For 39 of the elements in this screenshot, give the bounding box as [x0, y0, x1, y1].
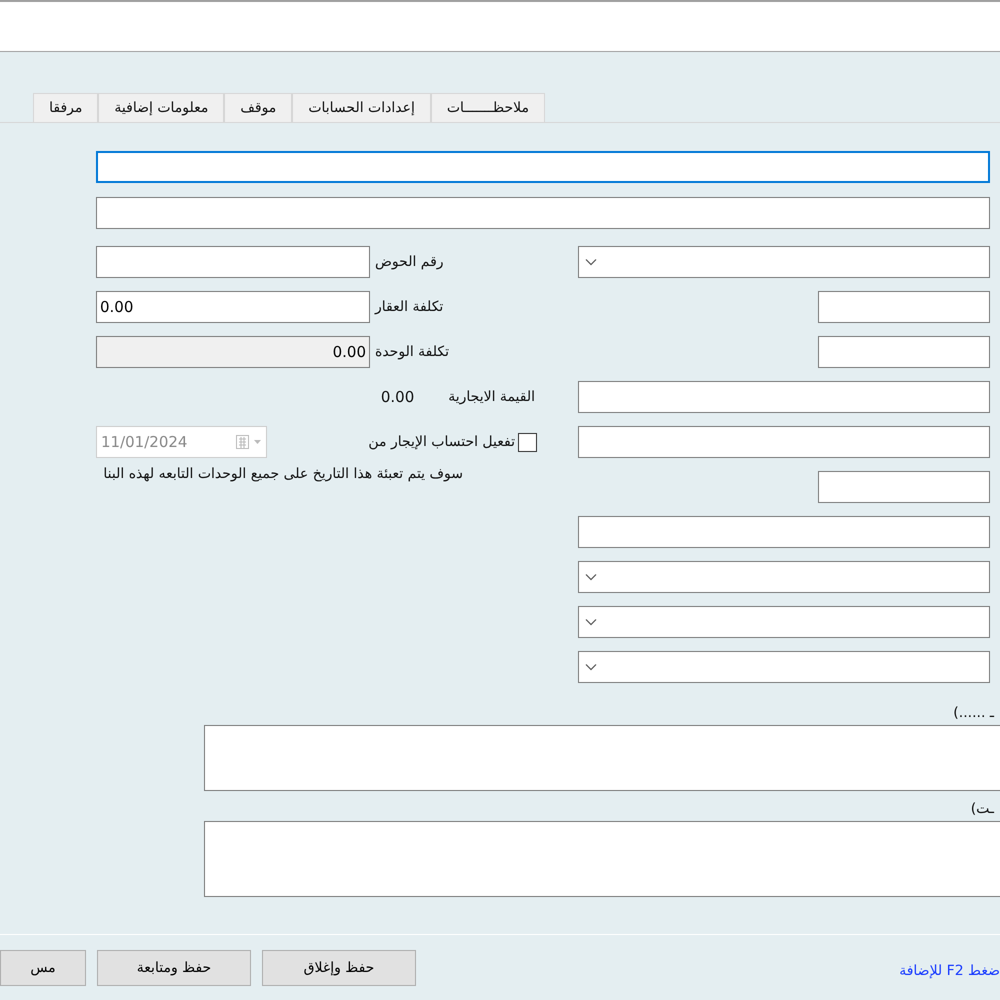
dropdown[interactable] [578, 561, 990, 593]
chevron-down-icon [585, 258, 597, 266]
dropdown[interactable] [578, 606, 990, 638]
action-button[interactable]: مس [0, 950, 86, 986]
field-label: تكلفة الوحدة [375, 344, 450, 360]
field-label: تكلفة العقار [375, 299, 444, 315]
text-area[interactable] [204, 821, 1000, 897]
rental-value: 0.00 [380, 388, 414, 406]
text-field[interactable] [96, 246, 370, 278]
text-field[interactable] [96, 197, 990, 229]
text-field[interactable] [818, 291, 990, 323]
chevron-down-icon [585, 663, 597, 671]
field-label: القيمة الايجارية [448, 389, 535, 405]
field-label: ـت) [970, 801, 994, 817]
checkbox[interactable] [518, 432, 537, 452]
field-label: رقم الحوض [375, 254, 444, 270]
dropdown[interactable] [578, 246, 990, 278]
text-field[interactable] [818, 471, 990, 503]
chevron-down-icon [585, 573, 597, 581]
text-field[interactable] [96, 151, 990, 183]
text-area[interactable] [204, 725, 1000, 791]
text-field[interactable] [818, 336, 990, 368]
tab[interactable]: معلومات إضافية [98, 93, 224, 122]
dropdown[interactable] [578, 651, 990, 683]
action-button[interactable]: حفظ ومتابعة [97, 950, 251, 986]
text-field[interactable] [578, 381, 990, 413]
tab[interactable]: مرفقا [33, 93, 98, 122]
chevron-down-icon [585, 618, 597, 626]
text-field[interactable] [578, 426, 990, 458]
note-text: سوف يتم تعبئة هذا التاريخ على جميع الوحدات التابعه لهذه البنا [102, 466, 463, 482]
field-label: ـ ......) [953, 705, 994, 721]
shortcut-link[interactable]: ضغط F2 للإضافة [899, 962, 1000, 978]
tab[interactable]: ملاحظـــــــات [430, 93, 545, 122]
tab[interactable]: موقف [224, 93, 292, 122]
text-field[interactable]: 0.00 [96, 291, 370, 323]
checkbox-label: تفعيل احتساب الإيجار من [368, 434, 515, 450]
action-button[interactable]: حفظ وإغلاق [262, 950, 416, 986]
tab[interactable]: إعدادات الحسابات [292, 93, 431, 122]
text-field[interactable] [578, 516, 990, 548]
